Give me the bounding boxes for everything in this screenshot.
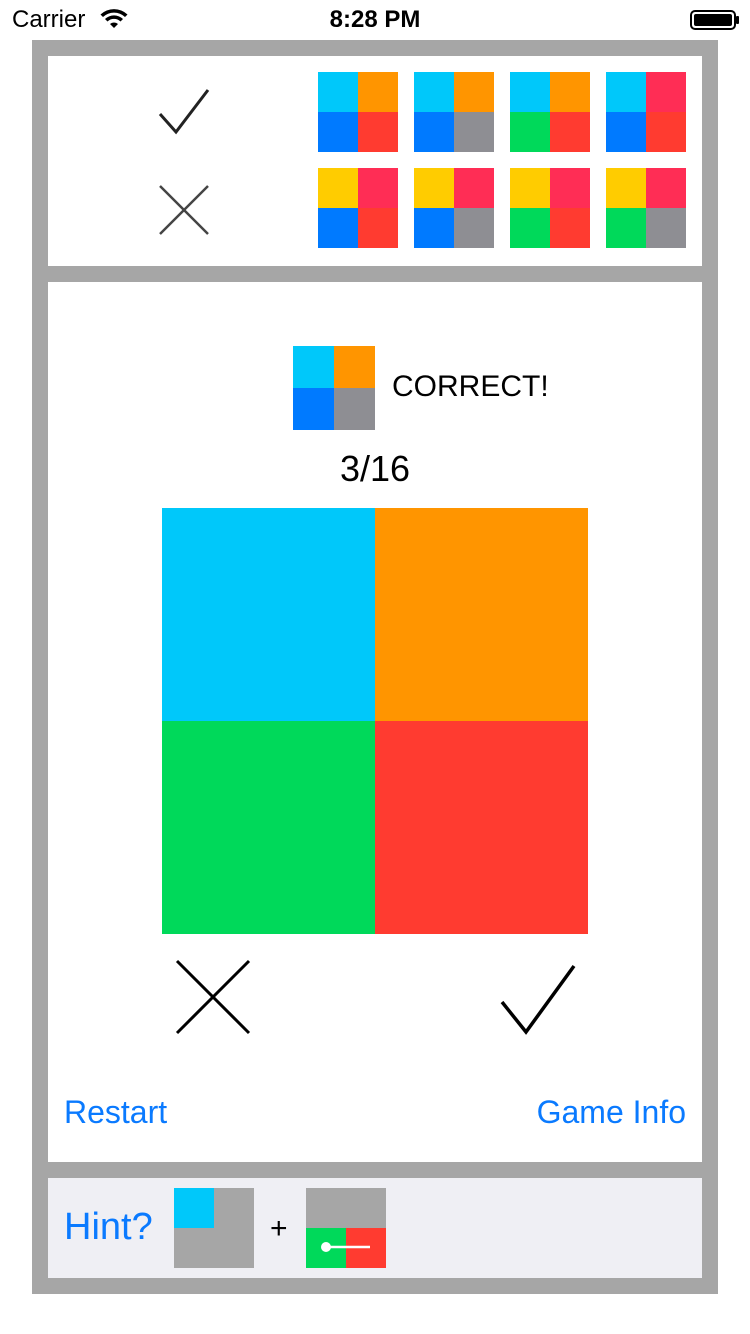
pattern-cell [293,388,334,430]
result-message: CORRECT! [392,370,549,403]
reject-button[interactable] [174,958,252,1036]
pattern-cell [334,388,375,430]
rejected-pattern-thumbnail [414,168,494,248]
accepted-pattern-thumbnail [606,72,686,152]
pattern-quadrant [375,508,588,721]
pattern-quadrant [375,721,588,934]
pattern-cell [606,112,646,152]
hint-cell [174,1228,214,1268]
pattern-cell [550,72,590,112]
pattern-cell [510,72,550,112]
pattern-cell [318,168,358,208]
pattern-cell [318,112,358,152]
pattern-cell [358,72,398,112]
hint-cell [214,1228,254,1268]
restart-button[interactable]: Restart [64,1094,167,1131]
hint-cell [214,1188,254,1228]
rejected-pattern-thumbnail [510,168,590,248]
game-info-button[interactable]: Game Info [537,1094,686,1131]
hint-cell [174,1188,214,1228]
pattern-cell [646,208,686,248]
hint-panel: Hint? + [48,1178,702,1278]
accepted-pattern-thumbnail [510,72,590,152]
accepted-pattern-thumbnail [414,72,494,152]
hint-pattern-a [174,1188,254,1268]
status-bar: Carrier 8:28 PM [0,0,750,40]
pattern-cell [358,112,398,152]
hint-cell [346,1188,386,1228]
pattern-cell [454,72,494,112]
hint-button[interactable]: Hint? [64,1206,153,1249]
pattern-cell [358,208,398,248]
pattern-cell [358,168,398,208]
pattern-cell [454,208,494,248]
pattern-cell [646,72,686,112]
progress-counter: 3/16 [339,448,411,489]
pattern-cell [414,72,454,112]
checkmark-icon [158,89,210,135]
hint-cell [306,1188,346,1228]
pattern-cell [318,208,358,248]
pattern-cell [550,112,590,152]
accept-button[interactable] [498,962,578,1036]
hint-pattern-b [306,1188,386,1268]
pattern-cell [293,346,334,388]
pattern-cell [606,168,646,208]
pattern-cell [414,168,454,208]
pattern-quadrant [162,508,375,721]
pattern-quadrant [162,721,375,934]
pattern-cell [454,112,494,152]
pattern-cell [510,208,550,248]
pattern-cell [606,208,646,248]
rejected-pattern-thumbnail [606,168,686,248]
result-pattern-thumbnail [293,346,375,430]
pattern-cell [606,72,646,112]
pattern-cell [550,208,590,248]
cross-icon [159,185,209,235]
current-pattern-card [162,508,588,934]
pattern-cell [334,346,375,388]
slider-icon [321,1242,370,1252]
pattern-cell [646,168,686,208]
clock: 8:28 PM [329,6,421,33]
pattern-cell [414,112,454,152]
pattern-cell [510,168,550,208]
legend-panel [48,56,702,266]
main-panel: CORRECT! 3/16 Restart Game Info [48,282,702,1162]
pattern-cell [646,112,686,152]
pattern-cell [454,168,494,208]
pattern-cell [510,112,550,152]
pattern-cell [550,168,590,208]
plus-sign: + [270,1212,288,1245]
rejected-pattern-thumbnail [318,168,398,248]
pattern-cell [414,208,454,248]
accepted-pattern-thumbnail [318,72,398,152]
battery-icon [690,10,739,30]
game-frame: CORRECT! 3/16 Restart Game Info Hint? + [32,40,718,1294]
pattern-cell [318,72,358,112]
